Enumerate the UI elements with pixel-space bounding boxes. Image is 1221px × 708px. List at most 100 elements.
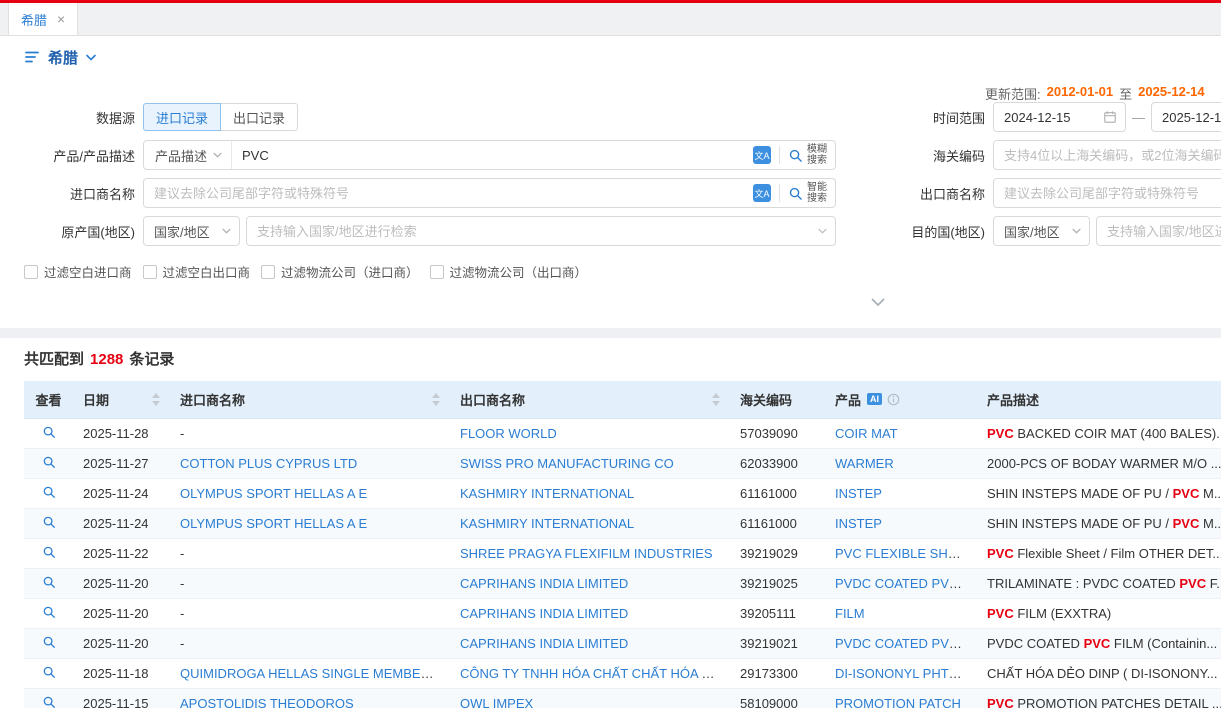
col-view: 查看 [24, 381, 73, 418]
translate-icon[interactable]: 文A [753, 184, 771, 202]
form-row-importer: 进口商名称 文A 智能 搜索 [0, 178, 1221, 208]
view-record-icon[interactable] [42, 605, 56, 619]
origin-select-value: 国家/地区 [154, 222, 210, 241]
view-record-icon[interactable] [42, 485, 56, 499]
importer-name: - [170, 538, 450, 568]
importer-name: - [170, 628, 450, 658]
product-link[interactable]: PVDC COATED PVC FIL... [835, 576, 977, 591]
product-link[interactable]: WARMER [835, 456, 894, 471]
sort-exporter-button[interactable] [712, 393, 720, 406]
view-record-icon[interactable] [42, 425, 56, 439]
exporter-input[interactable] [994, 179, 1221, 207]
date-from-input[interactable]: 2024-12-15 [993, 102, 1126, 132]
translate-icon[interactable]: 文A [753, 146, 771, 164]
exporter-link[interactable]: SWISS PRO MANUFACTURING CO [460, 456, 674, 471]
importer-link[interactable]: APOSTOLIDIS THEODOROS [180, 696, 354, 708]
chevron-down-icon [871, 298, 885, 307]
exporter-link[interactable]: CÔNG TY TNHH HÓA CHẤT CHẤT HÓA DẺ... [460, 666, 730, 681]
product-link[interactable]: DI-ISONONYL PHTHA... [835, 666, 977, 681]
exporter-link[interactable]: KASHMIRY INTERNATIONAL [460, 516, 634, 531]
product-type-select[interactable]: 产品描述 [144, 141, 232, 169]
exporter-link[interactable]: KASHMIRY INTERNATIONAL [460, 486, 634, 501]
exporter-link[interactable]: CAPRIHANS INDIA LIMITED [460, 606, 628, 621]
origin-country-input[interactable] [247, 217, 818, 245]
table-row: 2025-11-20-CAPRIHANS INDIA LIMITED392051… [24, 598, 1221, 628]
table-row: 2025-11-22-SHREE PRAGYA FLEXIFILM INDUST… [24, 538, 1221, 568]
time-range-label: 时间范围 [900, 108, 985, 127]
update-range-to-word: 至 [1119, 84, 1132, 103]
collapse-form-button[interactable] [858, 294, 898, 310]
hs-code-input[interactable] [994, 141, 1221, 169]
fuzzy-search-button[interactable]: 模糊 搜索 [788, 144, 827, 166]
tab-greece[interactable]: 希腊 × [8, 3, 78, 35]
importer-link[interactable]: OLYMPUS SPORT HELLAS A E [180, 486, 367, 501]
filter-logistics-exporter[interactable]: 过滤物流公司（出口商） [430, 262, 588, 281]
importer-link[interactable]: QUIMIDROGA HELLAS SINGLE MEMBER PC [180, 666, 450, 681]
origin-label: 原产国(地区) [0, 222, 135, 241]
hs-code-inputbox [993, 140, 1221, 170]
record-date: 2025-11-24 [73, 508, 170, 538]
product-description: SHIN INSTEPS MADE OF PU / PVC M... [977, 508, 1221, 538]
results-suffix: 条记录 [129, 348, 174, 369]
section-divider [0, 328, 1221, 338]
divider [779, 184, 780, 202]
export-records-toggle[interactable]: 出口记录 [221, 103, 298, 131]
tab-close-icon[interactable]: × [57, 12, 65, 26]
origin-country-select[interactable]: 国家/地区 [143, 216, 240, 246]
date-to-input[interactable]: 2025-12-14 [1151, 102, 1221, 132]
exporter-link[interactable]: CAPRIHANS INDIA LIMITED [460, 636, 628, 651]
destination-country-select[interactable]: 国家/地区 [993, 216, 1090, 246]
view-record-icon[interactable] [42, 695, 56, 708]
product-link[interactable]: PVDC COATED PVC FIL... [835, 636, 977, 651]
exporter-link[interactable]: FLOOR WORLD [460, 426, 557, 441]
product-link[interactable]: INSTEP [835, 516, 882, 531]
fuzzy-search-label-bottom: 搜索 [807, 155, 827, 166]
filter-logistics-importer[interactable]: 过滤物流公司（进口商） [261, 262, 419, 281]
product-link[interactable]: PVC FLEXIBLE SHEET F... [835, 546, 977, 561]
hs-code: 39219025 [730, 568, 825, 598]
table-row: 2025-11-18QUIMIDROGA HELLAS SINGLE MEMBE… [24, 658, 1221, 688]
importer-input[interactable] [144, 179, 753, 207]
destination-country-input[interactable] [1097, 217, 1221, 245]
search-icon [788, 148, 803, 163]
importer-link[interactable]: OLYMPUS SPORT HELLAS A E [180, 516, 367, 531]
info-icon[interactable] [887, 393, 900, 406]
product-description: CHẤT HÓA DẺO DINP ( DI-ISONONY... [977, 658, 1221, 688]
importer-name: - [170, 598, 450, 628]
smart-search-button[interactable]: 智能 搜索 [788, 182, 827, 204]
sort-date-button[interactable] [152, 393, 160, 406]
view-record-icon[interactable] [42, 575, 56, 589]
table-row: 2025-11-15 APOSTOLIDIS THEODOROS OWL IMPEX… [24, 688, 1221, 708]
update-range-label: 更新范围: [985, 84, 1041, 103]
data-source-label: 数据源 [0, 108, 135, 127]
product-link[interactable]: FILM [835, 606, 865, 621]
view-record-icon[interactable] [42, 455, 56, 469]
ai-badge: AI [867, 393, 882, 405]
filter-blank-exporter[interactable]: 过滤空白出口商 [143, 262, 251, 281]
view-record-icon[interactable] [42, 635, 56, 649]
product-description: TRILAMINATE : PVDC COATED PVC F... [977, 568, 1221, 598]
chevron-down-icon[interactable] [86, 54, 96, 61]
exporter-link[interactable]: OWL IMPEX [460, 696, 533, 708]
exporter-link[interactable]: CAPRIHANS INDIA LIMITED [460, 576, 628, 591]
checkbox-icon [24, 265, 38, 279]
exporter-link[interactable]: SHREE PRAGYA FLEXIFILM INDUSTRIES [460, 546, 713, 561]
table-header-row: 查看 日期 进口商名称 [24, 381, 1221, 418]
filter-blank-importer[interactable]: 过滤空白进口商 [24, 262, 132, 281]
product-link[interactable]: COIR MAT [835, 426, 898, 441]
importer-link[interactable]: COTTON PLUS CYPRUS LTD [180, 456, 357, 471]
product-label: 产品/产品描述 [0, 146, 135, 165]
destination-select-value: 国家/地区 [1004, 222, 1060, 241]
view-record-icon[interactable] [42, 515, 56, 529]
import-records-toggle[interactable]: 进口记录 [143, 103, 221, 131]
product-link[interactable]: PROMOTION PATCH [835, 696, 961, 708]
results-section: 共匹配到 1288 条记录 查看 日期 [0, 338, 1221, 708]
table-row: 2025-11-27COTTON PLUS CYPRUS LTDSWISS PR… [24, 448, 1221, 478]
page-title-row: 希腊 [0, 36, 1221, 78]
record-date: 2025-11-15 [73, 688, 170, 708]
view-record-icon[interactable] [42, 545, 56, 559]
product-input[interactable] [232, 141, 753, 169]
sort-importer-button[interactable] [432, 393, 440, 406]
view-record-icon[interactable] [42, 665, 56, 679]
product-link[interactable]: INSTEP [835, 486, 882, 501]
